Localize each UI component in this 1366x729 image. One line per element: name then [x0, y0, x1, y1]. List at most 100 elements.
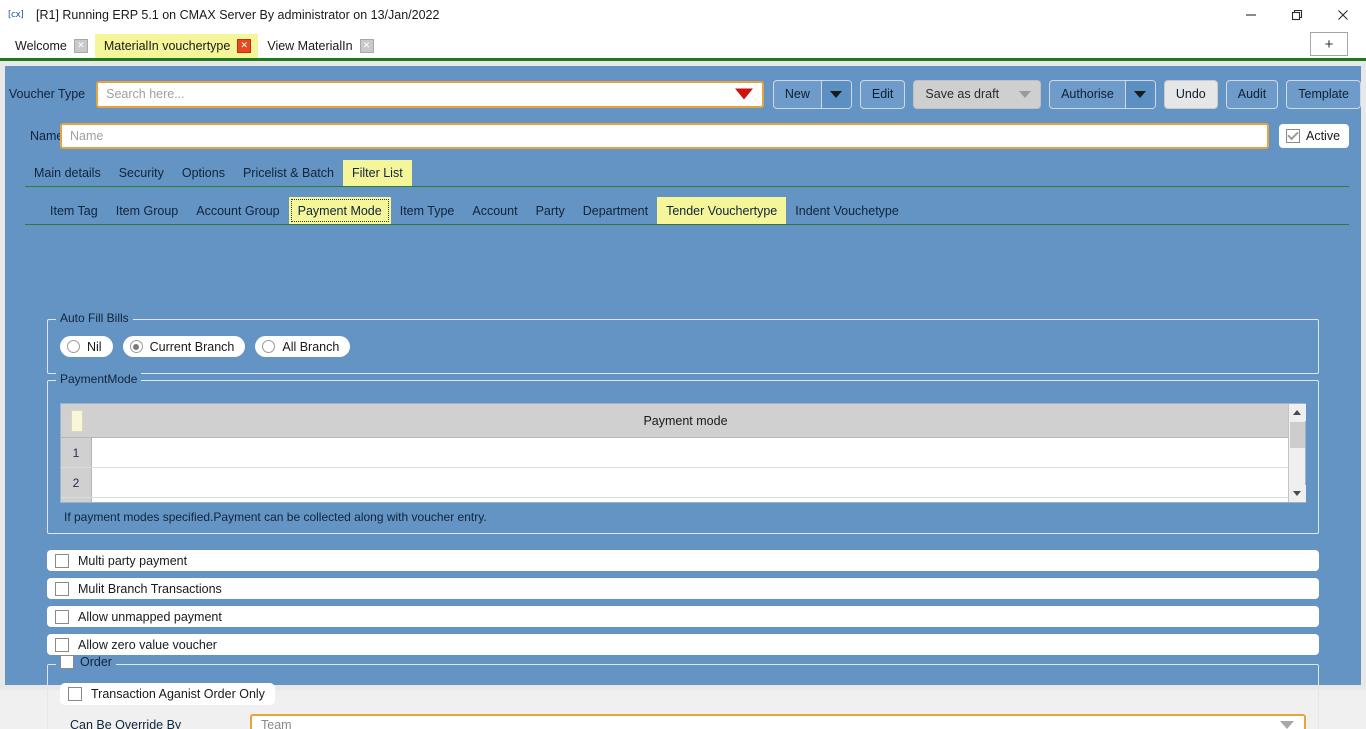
checkbox-multi-branch-transactions[interactable]: Mulit Branch Transactions: [47, 578, 1319, 599]
tab-label: MaterialIn vouchertype: [103, 39, 231, 53]
can-be-override-by-placeholder: Team: [261, 718, 292, 729]
scroll-down-arrow-icon: [1293, 491, 1301, 496]
scroll-down-button[interactable]: [1288, 485, 1306, 502]
tab-close-icon[interactable]: ✕: [359, 39, 374, 53]
payment-mode-hint: If payment modes specified.Payment can b…: [64, 510, 487, 524]
tab-close-icon[interactable]: ✕: [237, 39, 252, 53]
active-checkbox[interactable]: Active: [1279, 124, 1349, 148]
subtab-tender-vouchertype[interactable]: Tender Vouchertype: [657, 197, 787, 224]
subtab-department[interactable]: Department: [574, 197, 657, 224]
radio-all-branch[interactable]: All Branch: [255, 336, 351, 357]
checkbox-allow-zero-value-voucher[interactable]: Allow zero value voucher: [47, 634, 1319, 655]
minimize-button[interactable]: [1228, 0, 1274, 29]
name-input[interactable]: Name: [60, 123, 1269, 149]
tab-welcome[interactable]: Welcome ✕: [6, 34, 95, 58]
tab-security[interactable]: Security: [110, 160, 173, 186]
new-dropdown-arrow[interactable]: [820, 80, 851, 108]
radio-current-branch[interactable]: Current Branch: [122, 336, 246, 357]
order-group: Order Transaction Aganist Order Only Can…: [47, 655, 1319, 729]
window-title: [R1] Running ERP 5.1 on CMAX Server By a…: [36, 7, 440, 22]
document-tabstrip: Welcome ✕ MaterialIn vouchertype ✕ View …: [0, 29, 1366, 58]
voucher-type-row: Voucher Type Search here... New Edit Sav…: [5, 76, 1361, 112]
close-button[interactable]: [1320, 0, 1366, 29]
audit-button[interactable]: Audit: [1225, 79, 1279, 109]
new-tab-button[interactable]: +: [1310, 32, 1348, 56]
checkbox-icon[interactable]: [55, 609, 69, 624]
tab-close-icon[interactable]: ✕: [73, 39, 88, 53]
new-button-label: New: [784, 87, 810, 101]
radio-label: All Branch: [282, 339, 340, 354]
template-button[interactable]: Template: [1286, 79, 1361, 109]
checkbox-label: Allow zero value voucher: [78, 637, 217, 652]
subtab-item-group[interactable]: Item Group: [107, 197, 188, 224]
row-number: 2: [61, 468, 92, 497]
checkbox-icon[interactable]: [55, 581, 69, 596]
row-cell-payment-mode[interactable]: [92, 438, 1288, 467]
checkbox-label: Allow unmapped payment: [78, 609, 222, 624]
tab-filter-list[interactable]: Filter List: [342, 160, 412, 186]
chevron-down-icon[interactable]: [1280, 721, 1294, 729]
payment-mode-grid-body: Payment mode 1 2: [61, 404, 1288, 502]
subtab-item-type[interactable]: Item Type: [391, 197, 464, 224]
tab-pricelist-and-batch[interactable]: Pricelist & Batch: [234, 160, 343, 186]
payment-mode-grid-header: Payment mode: [61, 404, 1288, 438]
radio-icon[interactable]: [262, 340, 276, 353]
name-label: Name: [30, 129, 64, 143]
grid-select-all-cell[interactable]: [71, 409, 83, 432]
checkbox-icon[interactable]: [55, 553, 69, 568]
can-be-override-by-dropdown[interactable]: Team: [250, 713, 1306, 729]
authorise-button[interactable]: Authorise: [1049, 79, 1156, 109]
voucher-type-placeholder: Search here...: [106, 87, 185, 101]
subtab-payment-mode[interactable]: Payment Mode: [288, 197, 391, 224]
edit-button[interactable]: Edit: [859, 79, 906, 109]
auto-fill-bills-title: Auto Fill Bills: [56, 311, 133, 325]
app-icon: [cx]: [8, 9, 24, 20]
tab-options[interactable]: Options: [173, 160, 234, 186]
voucher-type-search-input[interactable]: Search here...: [96, 80, 764, 108]
name-placeholder: Name: [70, 129, 104, 143]
radio-icon[interactable]: [129, 340, 143, 353]
tab-main-details[interactable]: Main details: [25, 160, 110, 186]
subtab-account[interactable]: Account: [463, 197, 526, 224]
checkbox-allow-unmapped-payment[interactable]: Allow unmapped payment: [47, 606, 1319, 627]
restore-button[interactable]: [1274, 0, 1320, 29]
window-titlebar: [cx] [R1] Running ERP 5.1 on CMAX Server…: [0, 0, 1366, 29]
radio-icon[interactable]: [67, 340, 80, 353]
scrollbar-thumb[interactable]: [1289, 422, 1305, 448]
payment-mode-group: PaymentMode Payment mode 1 2 If payment …: [47, 372, 1319, 534]
subtab-account-group[interactable]: Account Group: [187, 197, 288, 224]
checkbox-icon[interactable]: [1286, 129, 1300, 143]
new-button[interactable]: New: [772, 79, 852, 109]
subtab-item-tag[interactable]: Item Tag: [41, 197, 107, 224]
checkbox-transaction-against-order-only[interactable]: Transaction Aganist Order Only: [60, 683, 275, 705]
window-controls: [1228, 0, 1366, 29]
undo-button[interactable]: Undo: [1163, 79, 1218, 109]
tab-materialin-vouchertype[interactable]: MaterialIn vouchertype ✕: [94, 34, 259, 58]
order-label: Order: [80, 655, 112, 669]
checkbox-icon[interactable]: [60, 655, 74, 669]
checkbox-label: Mulit Branch Transactions: [78, 581, 222, 596]
grid-vertical-scrollbar[interactable]: [1288, 404, 1306, 502]
tab-view-materialin[interactable]: View MaterialIn ✕: [258, 34, 380, 58]
chevron-down-icon[interactable]: [734, 88, 753, 100]
can-be-override-by-row: Can Be Override By Team: [60, 713, 1306, 729]
row-cell-payment-mode[interactable]: [92, 468, 1288, 497]
window-body: Voucher Type Search here... New Edit Sav…: [0, 61, 1366, 729]
subtab-indent-vouchetype[interactable]: Indent Vouchetype: [786, 197, 908, 224]
save-as-draft-dropdown-arrow[interactable]: [1010, 80, 1041, 108]
subtab-party[interactable]: Party: [527, 197, 574, 224]
payment-mode-grid[interactable]: Payment mode 1 2: [60, 403, 1306, 503]
checkbox-icon[interactable]: [68, 687, 82, 701]
order-group-title[interactable]: Order: [56, 655, 116, 669]
table-row[interactable]: 2: [61, 468, 1288, 498]
checkbox-icon[interactable]: [55, 637, 69, 652]
table-row[interactable]: 1: [61, 438, 1288, 468]
authorise-dropdown-arrow[interactable]: [1124, 80, 1155, 108]
radio-label: Current Branch: [149, 339, 235, 354]
scroll-up-button[interactable]: [1288, 404, 1306, 421]
save-as-draft-button[interactable]: Save as draft: [913, 79, 1042, 109]
checkbox-multi-party-payment[interactable]: Multi party payment: [47, 550, 1319, 571]
grid-empty-space: [61, 498, 1288, 502]
row-number: 1: [61, 438, 92, 467]
radio-nil[interactable]: Nil: [60, 336, 113, 357]
